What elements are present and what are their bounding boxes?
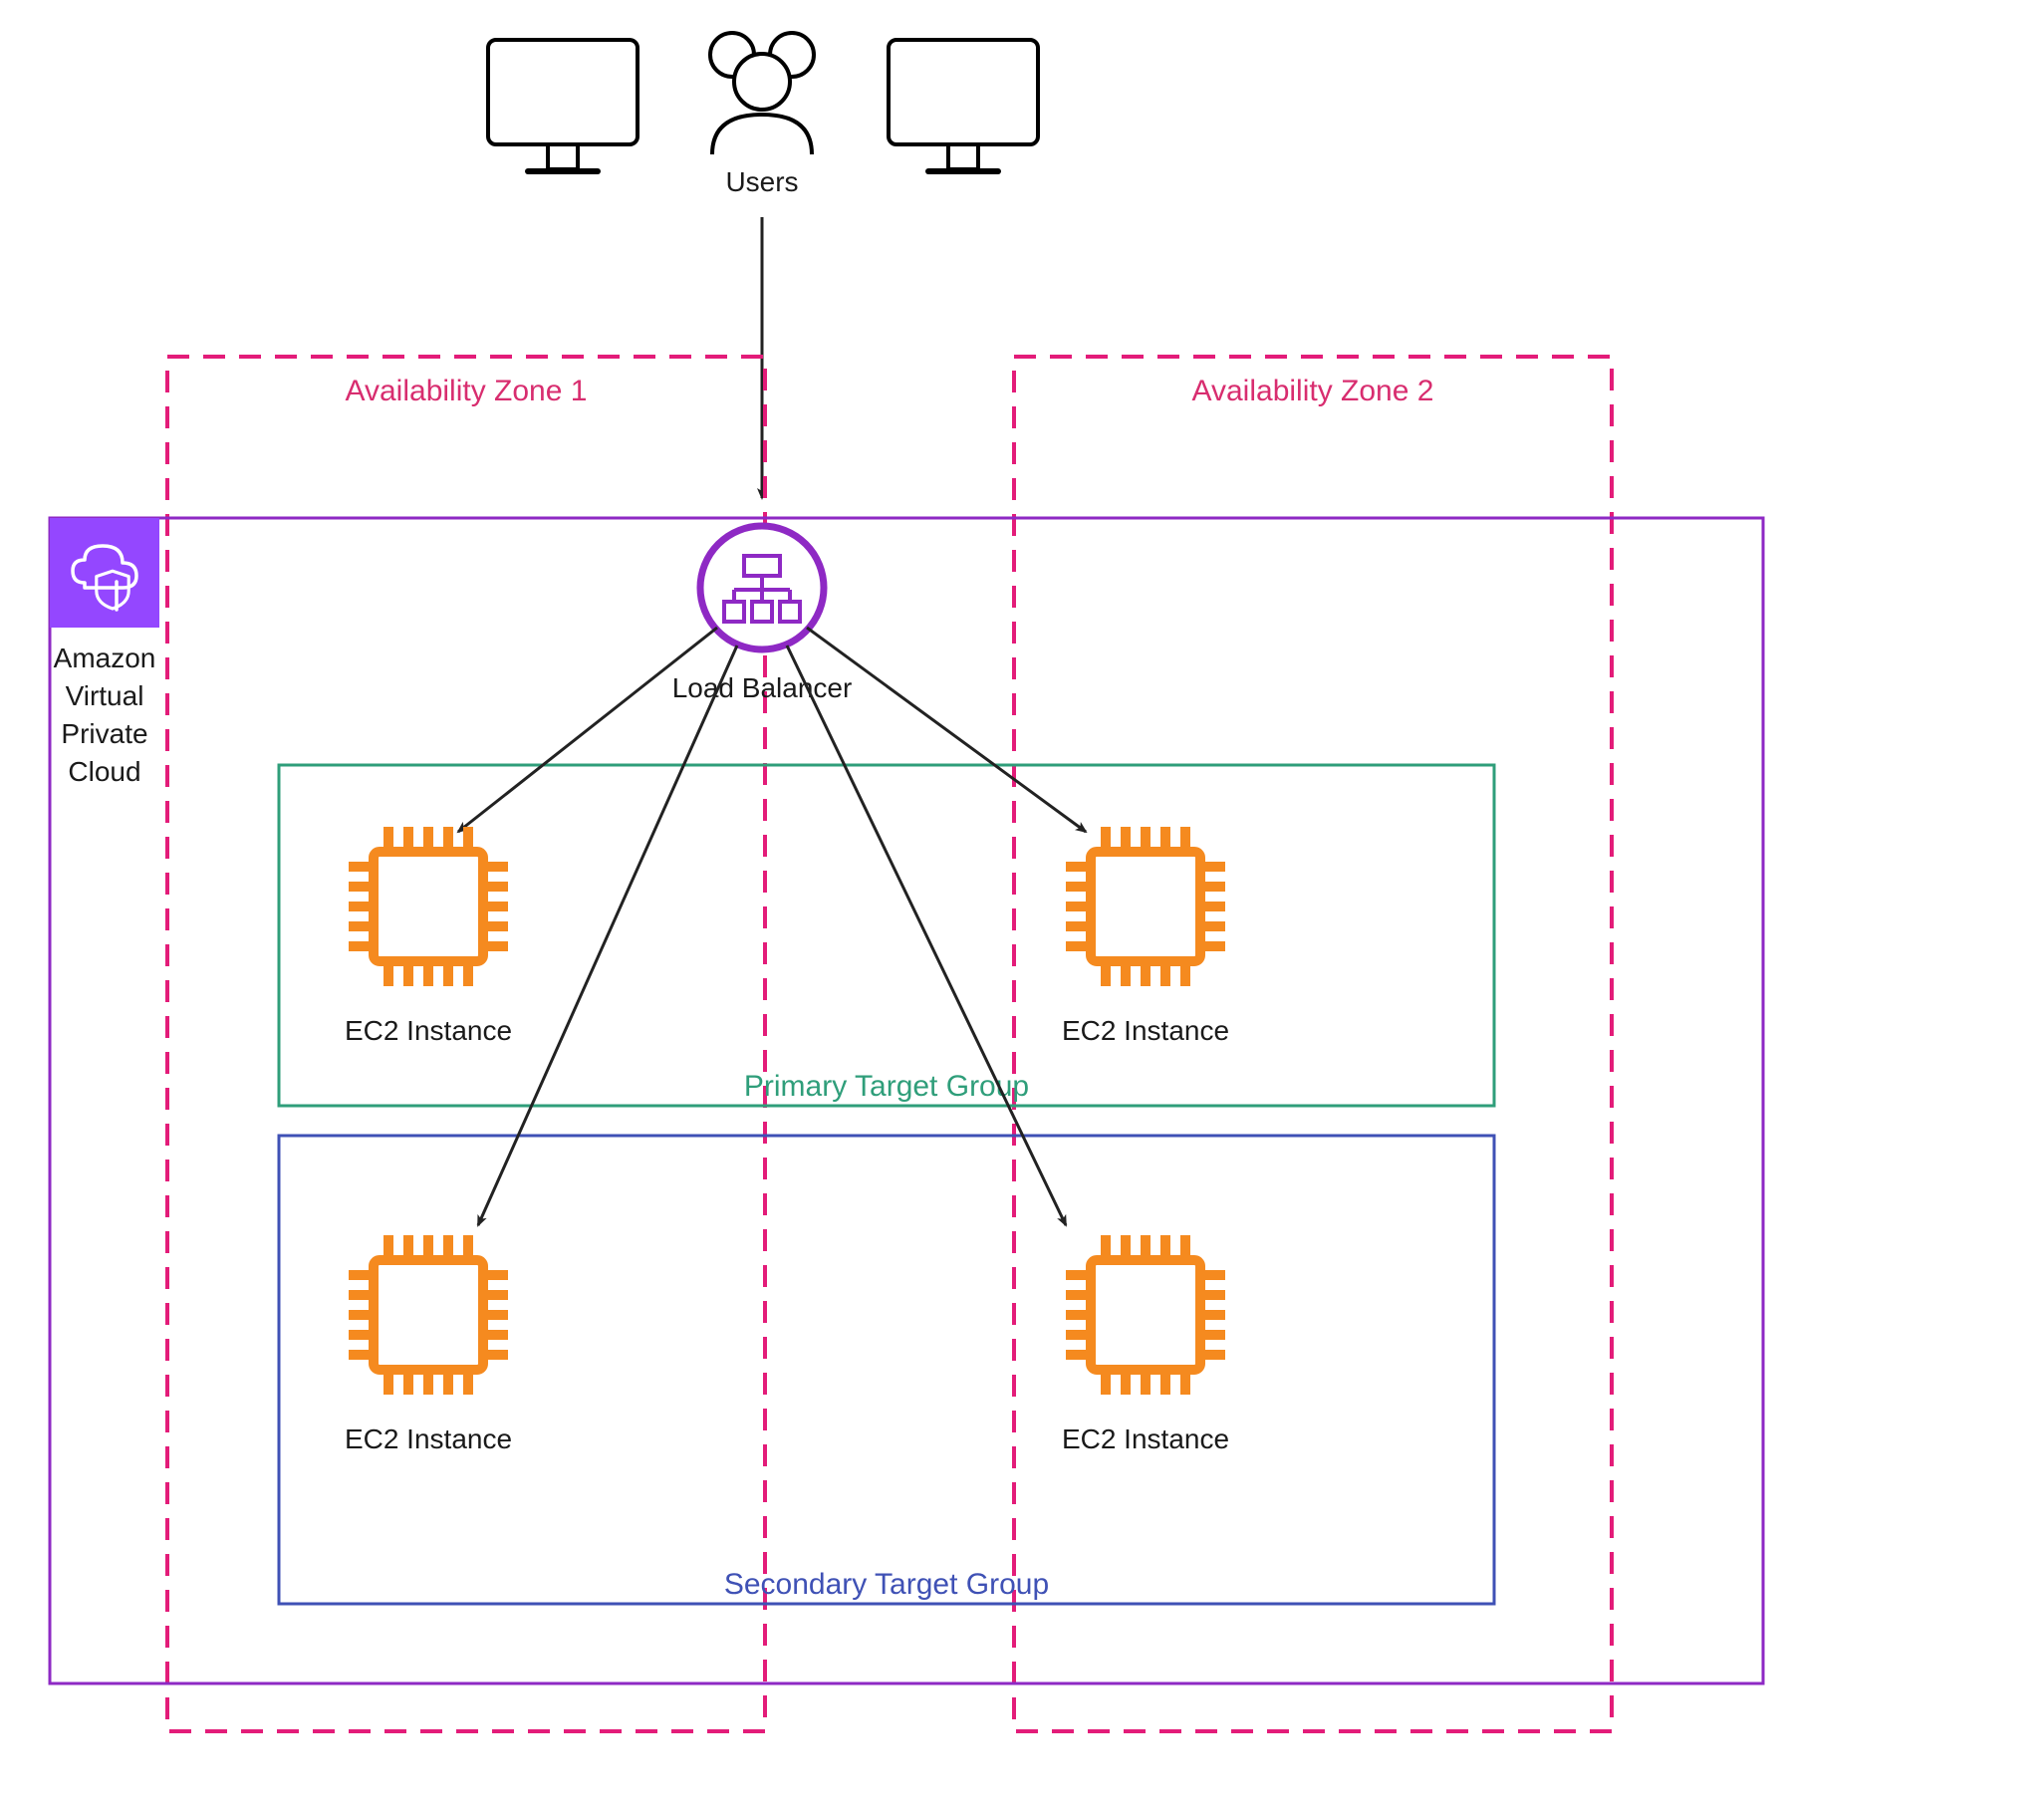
ec2-instance-label: EC2 Instance	[345, 1423, 512, 1454]
monitor-icon	[889, 40, 1038, 171]
load-balancer-icon	[700, 526, 824, 649]
vpc-badge	[50, 518, 159, 628]
ec2-instance-icon	[349, 1235, 508, 1395]
users-label: Users	[725, 166, 798, 197]
ec2-instance-icon	[1066, 1235, 1225, 1395]
ec2-instance-label: EC2 Instance	[345, 1015, 512, 1046]
secondary-target-group-label: Secondary Target Group	[724, 1568, 1049, 1601]
vpc-label-line-3: Cloud	[68, 756, 140, 787]
ec2-instance-label: EC2 Instance	[1062, 1423, 1229, 1454]
arrow-lb-ec2-tr	[807, 628, 1086, 832]
arrow-lb-ec2-bl	[478, 645, 737, 1225]
load-balancer-label: Load Balancer	[672, 672, 853, 703]
availability-zone-2-label: Availability Zone 2	[1192, 375, 1434, 407]
arrow-lb-ec2-br	[787, 645, 1066, 1225]
vpc-label-line-2: Private	[61, 718, 147, 749]
ec2-instance-label: EC2 Instance	[1062, 1015, 1229, 1046]
primary-target-group-box	[279, 765, 1494, 1106]
users-icon	[710, 33, 814, 154]
primary-target-group-label: Primary Target Group	[744, 1070, 1029, 1103]
monitor-icon	[488, 40, 638, 171]
architecture-diagram: Users Availability Zone 1 Availability Z…	[0, 0, 2044, 1807]
ec2-instance-icon	[1066, 827, 1225, 986]
vpc-label-line-1: Virtual	[66, 680, 144, 711]
vpc-label-line-0: Amazon	[54, 643, 156, 673]
arrow-lb-ec2-tl	[458, 628, 717, 832]
availability-zone-1-label: Availability Zone 1	[346, 375, 588, 407]
ec2-instance-icon	[349, 827, 508, 986]
